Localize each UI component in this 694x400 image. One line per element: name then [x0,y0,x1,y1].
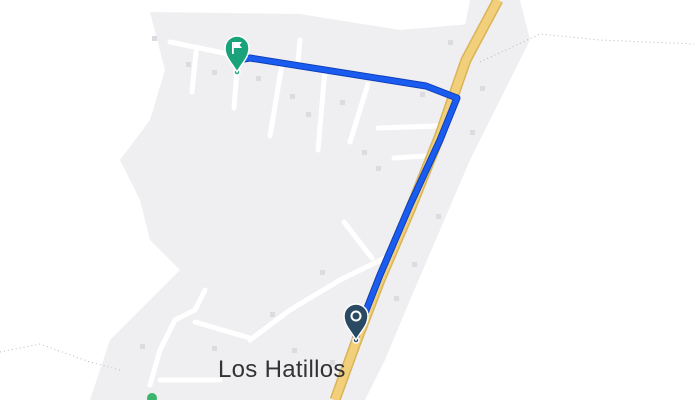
map-canvas [0,0,694,400]
map-view[interactable]: Los Hatillos [0,0,694,400]
place-label: Los Hatillos [218,356,346,383]
